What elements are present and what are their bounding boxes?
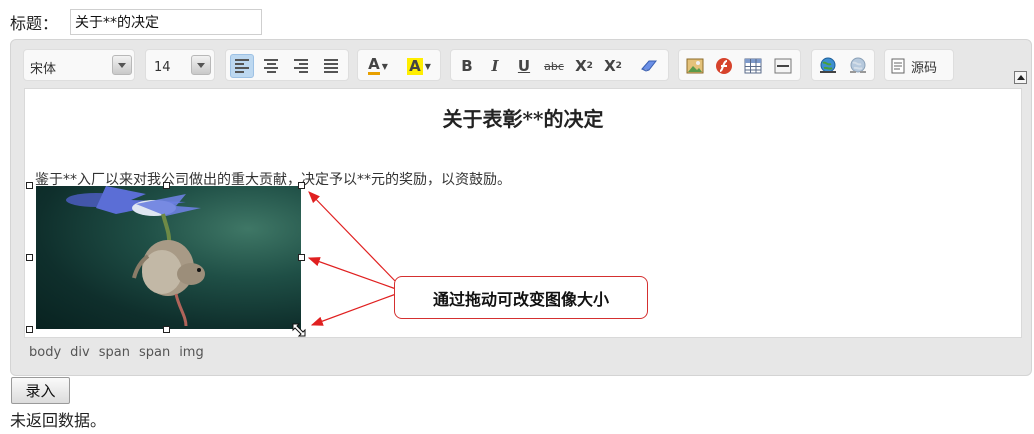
chevron-down-icon[interactable] — [191, 55, 211, 75]
font-family-value: 宋体 — [30, 61, 57, 77]
path-item[interactable]: div — [70, 345, 90, 360]
image-icon — [686, 58, 704, 74]
submit-button[interactable]: 录入 — [11, 377, 70, 404]
document-heading: 关于表彰**的决定 — [442, 107, 604, 131]
eraser-icon — [641, 60, 658, 72]
element-path-bar: body div span span img — [29, 345, 204, 360]
font-color-button[interactable]: A ▼ — [362, 54, 394, 78]
resize-hint-callout: 通过拖动可改变图像大小 — [394, 276, 648, 319]
result-message: 未返回数据。 — [10, 411, 107, 430]
highlight-color-icon: A — [407, 56, 423, 75]
inserted-image[interactable] — [36, 186, 301, 329]
color-group: A ▼ A ▼ — [357, 49, 441, 81]
source-button[interactable]: 源码 — [889, 54, 949, 78]
title-label: 标题： — [10, 14, 59, 33]
insert-link-button[interactable] — [816, 54, 840, 78]
source-label: 源码 — [911, 60, 938, 76]
title-input[interactable] — [70, 9, 262, 35]
insert-flash-button[interactable] — [712, 54, 736, 78]
bold-button[interactable]: B — [455, 54, 479, 78]
align-left-button[interactable] — [230, 54, 254, 78]
resize-handle-e[interactable] — [298, 254, 305, 261]
resize-handle-ne[interactable] — [298, 182, 305, 189]
unlink-globe-icon — [850, 57, 866, 73]
strikethrough-button[interactable]: abc — [542, 54, 566, 78]
source-code-icon — [891, 58, 905, 74]
format-group: B I U abc X2 X2 — [450, 49, 669, 81]
insert-table-button[interactable] — [741, 54, 765, 78]
insert-hr-button[interactable] — [771, 54, 795, 78]
chevron-down-icon: ▼ — [381, 61, 388, 71]
flash-icon — [716, 58, 732, 74]
font-color-icon: A — [368, 55, 380, 75]
path-item[interactable]: span — [99, 345, 130, 360]
path-item[interactable]: img — [179, 345, 204, 360]
resize-cursor-icon — [292, 323, 306, 337]
table-icon — [744, 58, 762, 74]
mouse-on-flower-picture — [66, 186, 205, 327]
superscript-button[interactable]: X2 — [601, 54, 625, 78]
resize-handle-w[interactable] — [26, 254, 33, 261]
horizontal-rule-icon — [774, 58, 792, 74]
align-center-icon — [264, 59, 278, 73]
justify-icon — [324, 59, 338, 73]
link-group — [811, 49, 875, 81]
justify-button[interactable] — [319, 54, 343, 78]
remove-format-button[interactable] — [637, 54, 661, 78]
resize-handle-s[interactable] — [163, 326, 170, 333]
align-left-icon — [235, 59, 249, 73]
align-center-button[interactable] — [259, 54, 283, 78]
title-row: 标题： — [10, 9, 58, 35]
resize-handle-n[interactable] — [163, 182, 170, 189]
resize-handle-nw[interactable] — [26, 182, 33, 189]
chevron-down-icon[interactable] — [112, 55, 132, 75]
path-item[interactable]: span — [139, 345, 170, 360]
path-item[interactable]: body — [29, 345, 61, 360]
subscript-button[interactable]: X2 — [572, 54, 596, 78]
source-group: 源码 — [884, 49, 954, 81]
chevron-down-icon: ▼ — [424, 61, 431, 71]
align-right-button[interactable] — [289, 54, 313, 78]
italic-button[interactable]: I — [483, 54, 507, 78]
font-size-value: 14 — [154, 59, 171, 75]
highlight-color-button[interactable]: A ▼ — [402, 54, 436, 78]
toolbar-collapse-button[interactable] — [1014, 71, 1027, 84]
editor-toolbar: 宋体 14 A ▼ A ▼ B I U abc X 2 X 2 源码 — [23, 49, 1019, 83]
alignment-group — [225, 49, 349, 81]
font-size-select[interactable]: 14 — [145, 49, 215, 81]
insert-group — [678, 49, 801, 81]
unlink-button[interactable] — [846, 54, 870, 78]
insert-image-button[interactable] — [683, 54, 707, 78]
rich-text-editor: 宋体 14 A ▼ A ▼ B I U abc X 2 X 2 源码 关于表彰*… — [10, 39, 1032, 376]
resize-handle-sw[interactable] — [26, 326, 33, 333]
link-globe-icon — [820, 57, 836, 73]
font-family-select[interactable]: 宋体 — [23, 49, 135, 81]
align-right-icon — [294, 59, 308, 73]
underline-button[interactable]: U — [512, 54, 536, 78]
